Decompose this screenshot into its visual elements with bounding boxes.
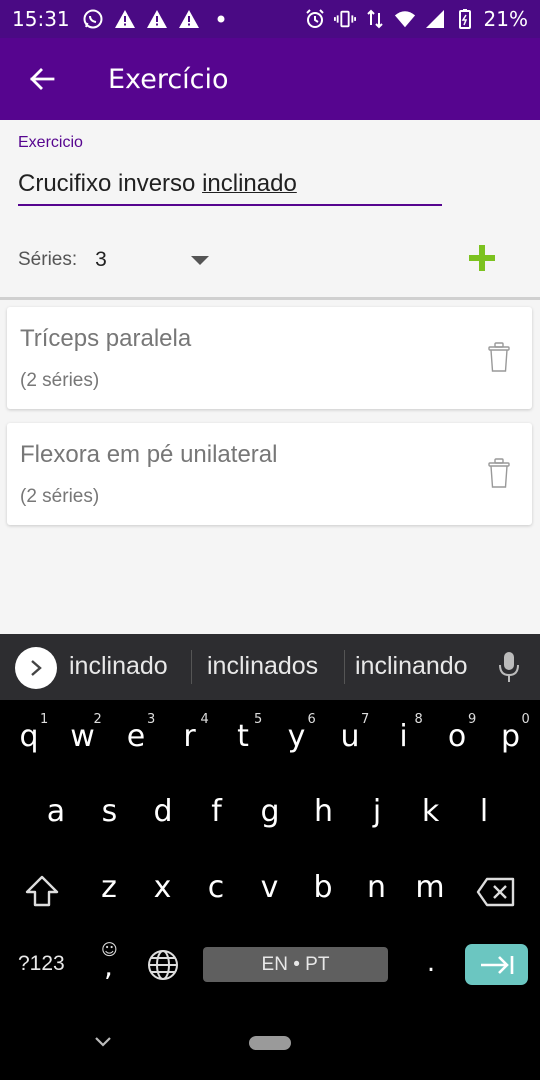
space-bar[interactable]: EN • PT: [203, 947, 388, 982]
warning-icon: [114, 8, 136, 30]
key-hint-1: 1: [40, 712, 49, 727]
battery-percent: 21%: [483, 7, 528, 31]
plus-icon: [469, 245, 495, 271]
period-key[interactable]: .: [421, 948, 441, 978]
signal-icon: [424, 8, 446, 30]
key-hint-7: 7: [361, 712, 370, 727]
exercise-name-input[interactable]: [18, 166, 442, 206]
enter-key[interactable]: [465, 944, 528, 985]
chevron-right-icon: [31, 660, 42, 676]
key-d[interactable]: d: [143, 794, 183, 829]
dropdown-caret-icon[interactable]: [190, 255, 209, 265]
exercise-form: Exercicio Crucifixo inverso inclinado Sé…: [0, 120, 540, 300]
key-v[interactable]: v: [250, 870, 290, 905]
key-l[interactable]: l: [464, 794, 504, 829]
battery-icon: [454, 8, 476, 30]
key-s[interactable]: s: [90, 794, 130, 829]
alarm-icon: [304, 8, 326, 30]
page-title: Exercício: [108, 63, 229, 95]
key-a[interactable]: a: [36, 794, 76, 829]
key-m[interactable]: m: [410, 870, 450, 905]
series-value: 3: [95, 248, 107, 271]
exercise-card[interactable]: Tríceps paralela (2 séries): [7, 307, 532, 409]
notification-icons: [82, 8, 232, 30]
dot-icon: [210, 8, 232, 30]
key-j[interactable]: j: [357, 794, 397, 829]
key-g[interactable]: g: [250, 794, 290, 829]
space-bar-label: EN • PT: [261, 953, 330, 975]
key-hint-6: 6: [307, 712, 316, 727]
data-arrows-icon: [364, 8, 386, 30]
series-selector[interactable]: Séries: 3: [18, 248, 209, 272]
wifi-icon: [394, 8, 416, 30]
expand-suggestions-button[interactable]: [15, 647, 57, 689]
key-c[interactable]: c: [196, 870, 236, 905]
exercise-card-title: Flexora em pé unilateral: [20, 441, 278, 468]
soft-keyboard: inclinado inclinados inclinando q1w2e3r4…: [0, 634, 540, 1080]
back-button[interactable]: [0, 38, 84, 120]
suggestion-bar: inclinado inclinados inclinando: [0, 634, 540, 700]
divider: [0, 297, 540, 300]
suggestion-divider: [191, 650, 192, 684]
vibrate-icon: [333, 8, 356, 30]
suggestion-1[interactable]: inclinado: [69, 652, 168, 681]
suggestion-2[interactable]: inclinados: [207, 652, 318, 681]
whatsapp-icon: [82, 8, 104, 30]
key-hint-5: 5: [254, 712, 263, 727]
key-h[interactable]: h: [304, 794, 344, 829]
key-x[interactable]: x: [143, 870, 183, 905]
key-hint-2: 2: [93, 712, 102, 727]
warning-icon: [146, 8, 168, 30]
key-f[interactable]: f: [197, 794, 237, 829]
system-icons: 21%: [304, 7, 528, 31]
symbols-key[interactable]: ?123: [18, 952, 65, 976]
globe-icon[interactable]: [146, 948, 180, 982]
key-n[interactable]: n: [357, 870, 397, 905]
microphone-icon[interactable]: [497, 650, 521, 684]
exercise-card-detail: (2 séries): [20, 370, 100, 391]
backspace-icon[interactable]: [476, 877, 516, 907]
app-bar: Exercício: [0, 38, 540, 120]
arrow-left-icon: [30, 68, 55, 90]
key-hint-3: 3: [147, 712, 156, 727]
suggestion-3[interactable]: inclinando: [355, 652, 468, 681]
exercise-card-detail: (2 séries): [20, 486, 100, 507]
exercise-field-label: Exercicio: [18, 134, 83, 151]
tab-next-icon: [480, 955, 513, 974]
key-hint-4: 4: [200, 712, 209, 727]
add-series-button[interactable]: [462, 238, 502, 278]
key-hint-8: 8: [414, 712, 423, 727]
suggestion-divider: [344, 650, 345, 684]
status-time: 15:31: [12, 7, 70, 31]
chevron-down-icon[interactable]: [94, 1036, 112, 1048]
series-label: Séries:: [18, 249, 78, 270]
warning-icon: [178, 8, 200, 30]
trash-icon[interactable]: [487, 457, 511, 489]
home-pill[interactable]: [249, 1036, 291, 1050]
key-hint-0: 0: [521, 712, 530, 727]
shift-icon[interactable]: [24, 874, 60, 908]
emoji-comma-key[interactable]: ☺ ,: [96, 940, 122, 990]
key-hint-9: 9: [468, 712, 477, 727]
exercise-card-title: Tríceps paralela: [20, 325, 192, 352]
status-bar: 15:31 21%: [0, 0, 540, 38]
exercise-card[interactable]: Flexora em pé unilateral (2 séries): [7, 423, 532, 525]
key-k[interactable]: k: [411, 794, 451, 829]
key-z[interactable]: z: [89, 870, 129, 905]
trash-icon[interactable]: [487, 341, 511, 373]
key-b[interactable]: b: [303, 870, 343, 905]
comma-label: ,: [104, 950, 113, 983]
